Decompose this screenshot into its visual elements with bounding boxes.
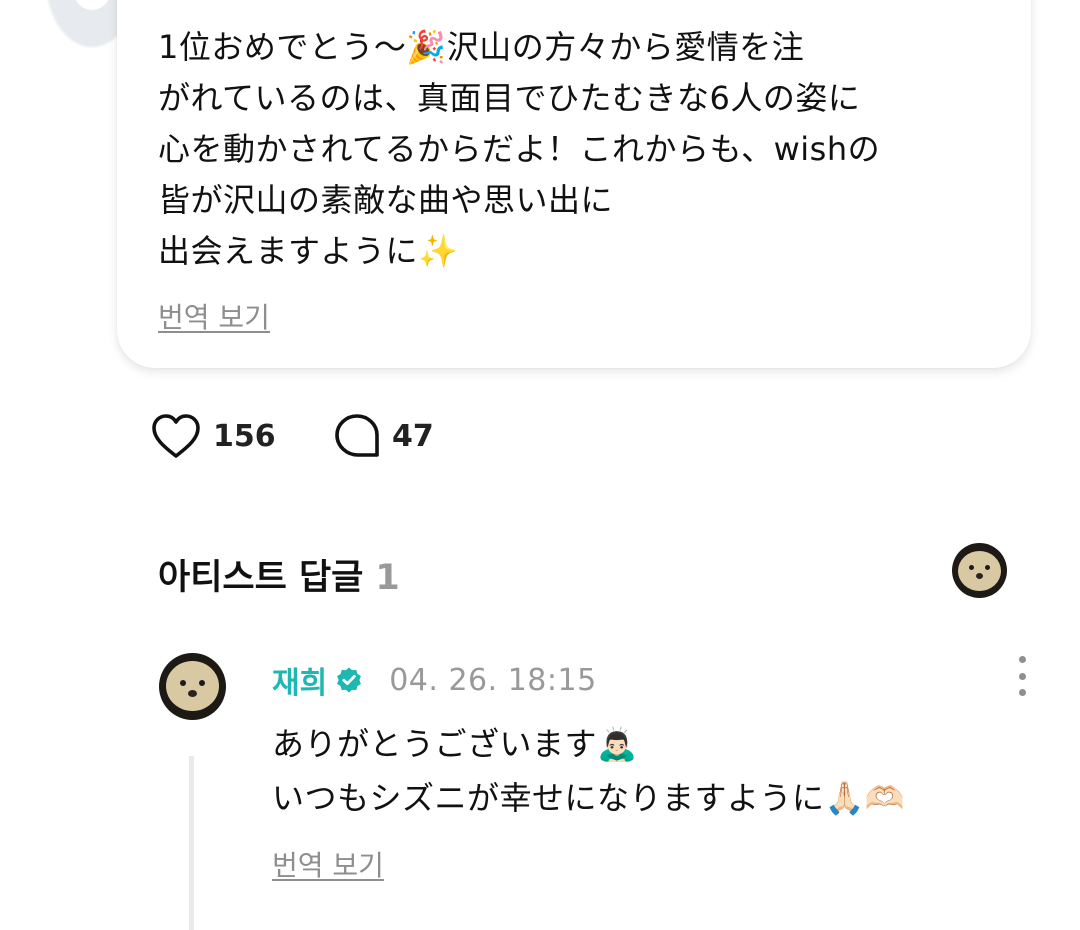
artist-replies-label: 아티스트 답글 — [158, 558, 364, 598]
reply-author-name[interactable]: 재희 — [272, 658, 327, 702]
like-count: 156 — [213, 418, 276, 454]
reply-meta: 재희 04. 26. 18:15 — [272, 658, 597, 702]
comment-button[interactable]: 47 — [334, 413, 434, 459]
artist-replies-count: 1 — [375, 558, 400, 598]
speech-bubble-icon — [335, 414, 379, 457]
more-vertical-icon[interactable] — [1010, 656, 1034, 696]
post-text: 1位おめでとう〜🎉沢山の方々から愛情を注 がれているのは、真面目でひたむきな6人… — [158, 28, 881, 270]
artist-replies-title: 아티스트 답글 1 — [158, 549, 400, 600]
like-button[interactable]: 156 — [151, 413, 276, 459]
post-translate-link[interactable]: 번역 보기 — [158, 296, 270, 336]
reply-author-avatar[interactable] — [159, 653, 226, 720]
heart-icon — [152, 414, 200, 458]
artist-avatar[interactable] — [952, 543, 1007, 598]
reply-thread-line — [189, 756, 194, 930]
default-avatar-icon — [74, 0, 110, 10]
reply-text: ありがとうございます🙇🏻‍♂️ いつもシズニが幸せになりますように🙏🏻🫶🏻 — [272, 725, 906, 817]
comment-count: 47 — [392, 418, 434, 454]
verified-badge-icon — [337, 667, 362, 693]
reply-translate-link[interactable]: 번역 보기 — [272, 844, 384, 884]
reply-timestamp: 04. 26. 18:15 — [389, 662, 597, 698]
fan-post-page: 1位おめでとう〜🎉沢山の方々から愛情を注 がれているのは、真面目でひたむきな6人… — [0, 0, 1080, 930]
